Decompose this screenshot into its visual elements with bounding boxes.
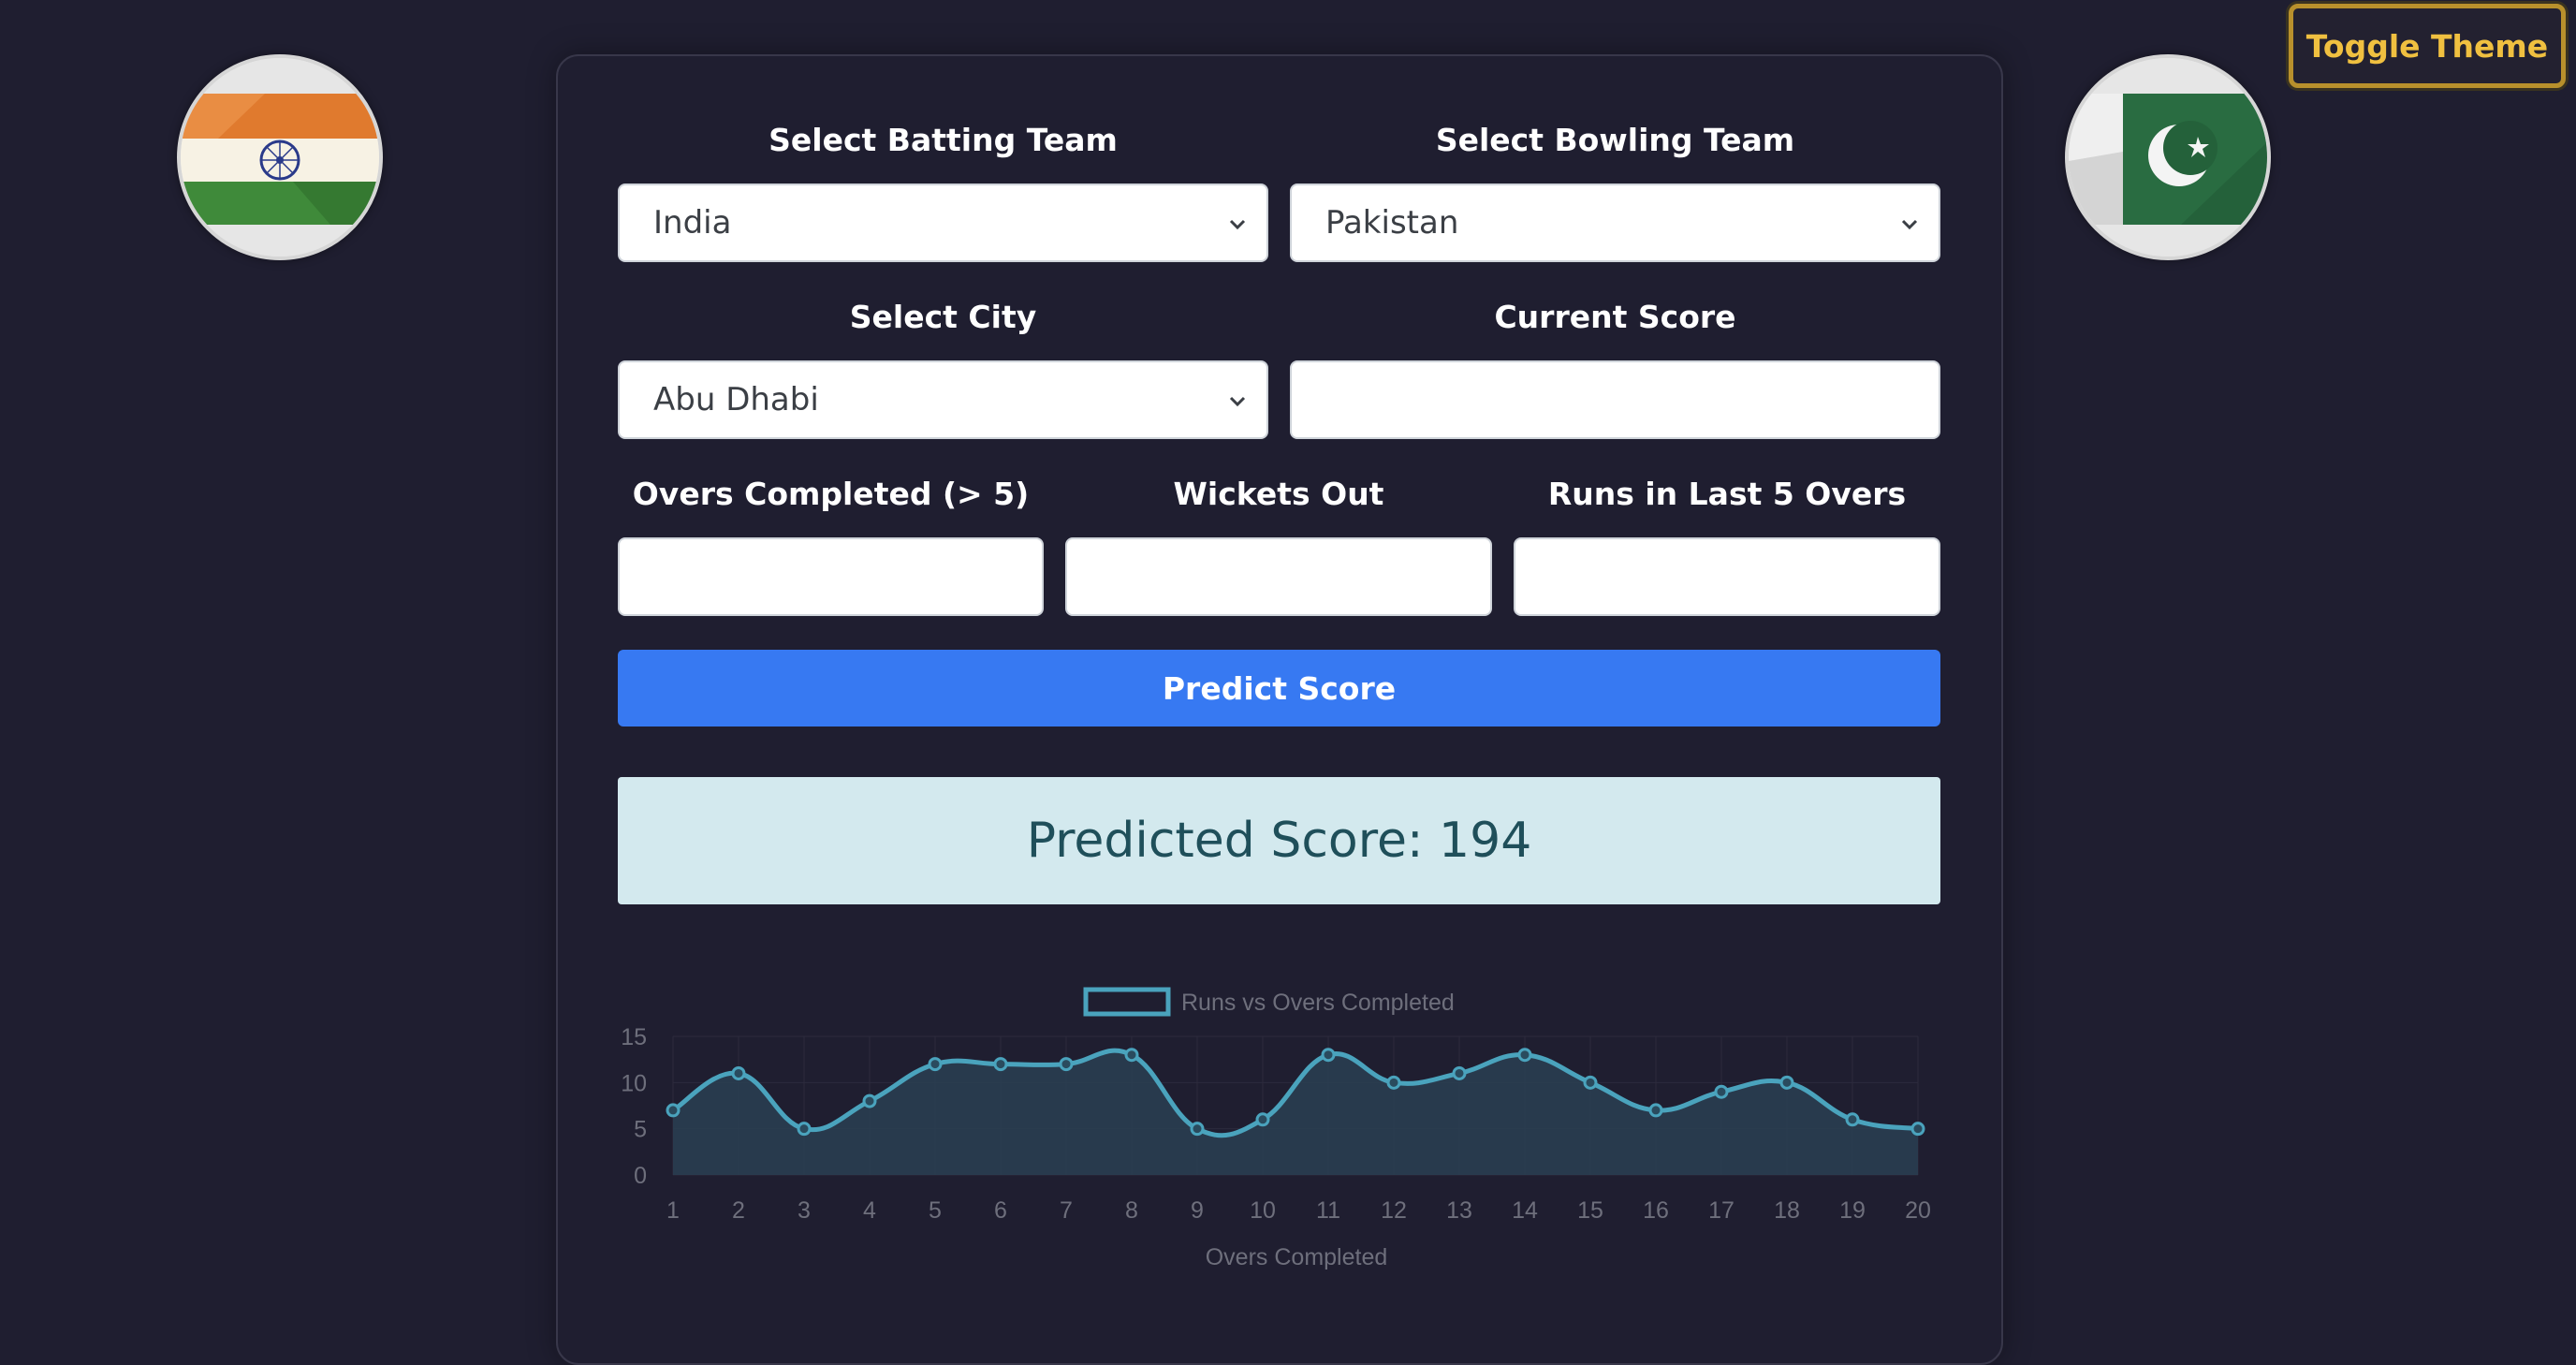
x-tick-label: 14 <box>1512 1197 1538 1224</box>
data-point[interactable] <box>1321 1048 1336 1063</box>
y-tick-label: 10 <box>621 1070 647 1096</box>
data-point[interactable] <box>1910 1122 1925 1137</box>
x-tick-label: 16 <box>1643 1197 1669 1224</box>
predict-score-button[interactable]: Predict Score <box>618 650 1940 727</box>
overs-completed-input[interactable] <box>618 537 1044 616</box>
y-tick-label: 5 <box>634 1117 647 1143</box>
india-flag-icon <box>177 54 383 260</box>
data-point[interactable] <box>1583 1075 1598 1090</box>
data-point[interactable] <box>1059 1057 1074 1072</box>
data-point[interactable] <box>1452 1065 1467 1080</box>
x-axis-title: Overs Completed <box>1206 1244 1388 1270</box>
chevron-down-icon <box>1229 219 1246 230</box>
data-point[interactable] <box>1517 1048 1532 1063</box>
chevron-down-icon <box>1229 396 1246 407</box>
data-point[interactable] <box>1779 1075 1794 1090</box>
y-tick-label: 15 <box>621 1024 647 1050</box>
data-point[interactable] <box>928 1057 943 1072</box>
runs-vs-overs-chart: Runs vs Overs Completed 051015 123456789… <box>621 987 1931 1270</box>
x-tick-label: 10 <box>1250 1197 1276 1224</box>
x-tick-label: 18 <box>1774 1197 1800 1224</box>
x-tick-label: 17 <box>1708 1197 1734 1224</box>
x-tick-label: 19 <box>1839 1197 1866 1224</box>
runs-last-5-input[interactable] <box>1514 537 1940 616</box>
data-point[interactable] <box>862 1093 877 1108</box>
data-point[interactable] <box>731 1065 746 1080</box>
wickets-out-label: Wickets Out <box>1173 476 1384 512</box>
x-tick-label: 11 <box>1316 1197 1340 1224</box>
x-tick-label: 20 <box>1905 1197 1931 1224</box>
data-point[interactable] <box>1386 1075 1401 1090</box>
data-point[interactable] <box>1124 1048 1139 1063</box>
data-point[interactable] <box>993 1057 1008 1072</box>
data-point[interactable] <box>1845 1112 1860 1127</box>
predicted-score-result: Predicted Score: 194 <box>618 777 1940 904</box>
batting-team-label: Select Batting Team <box>768 122 1118 158</box>
series-area <box>673 1050 1918 1175</box>
x-tick-label: 5 <box>929 1197 942 1224</box>
x-tick-label: 3 <box>798 1197 811 1224</box>
data-point[interactable] <box>797 1122 812 1137</box>
x-tick-label: 6 <box>994 1197 1007 1224</box>
bowling-team-label: Select Bowling Team <box>1435 122 1795 158</box>
data-point[interactable] <box>1648 1103 1663 1118</box>
current-score-label: Current Score <box>1494 299 1736 335</box>
bowling-team-select[interactable]: Pakistan <box>1290 183 1940 262</box>
bowling-team-value: Pakistan <box>1325 204 1459 242</box>
data-point[interactable] <box>666 1103 681 1118</box>
batting-team-value: India <box>653 204 732 242</box>
x-tick-label: 1 <box>666 1197 680 1224</box>
x-tick-label: 9 <box>1191 1197 1204 1224</box>
x-tick-label: 2 <box>732 1197 745 1224</box>
runs-last-5-label: Runs in Last 5 Overs <box>1547 476 1907 512</box>
overs-completed-label: Overs Completed (> 5) <box>632 476 1030 512</box>
wickets-out-input[interactable] <box>1065 537 1492 616</box>
batting-team-select[interactable]: India <box>618 183 1268 262</box>
city-value: Abu Dhabi <box>653 381 819 418</box>
legend-swatch[interactable] <box>1083 987 1171 1017</box>
data-point[interactable] <box>1190 1122 1205 1137</box>
x-tick-label: 15 <box>1577 1197 1603 1224</box>
data-point[interactable] <box>1255 1112 1270 1127</box>
current-score-input[interactable] <box>1290 360 1940 439</box>
x-tick-label: 7 <box>1060 1197 1073 1224</box>
data-point[interactable] <box>1714 1084 1729 1099</box>
city-select[interactable]: Abu Dhabi <box>618 360 1268 439</box>
x-tick-label: 12 <box>1381 1197 1407 1224</box>
toggle-theme-button[interactable]: Toggle Theme <box>2289 4 2566 88</box>
pakistan-flag-icon <box>2065 54 2271 260</box>
city-label: Select City <box>849 299 1037 335</box>
x-tick-label: 4 <box>863 1197 876 1224</box>
x-tick-label: 13 <box>1446 1197 1472 1224</box>
x-tick-label: 8 <box>1125 1197 1138 1224</box>
legend-label: Runs vs Overs Completed <box>1181 990 1455 1016</box>
y-tick-label: 0 <box>634 1163 647 1189</box>
chevron-down-icon <box>1901 219 1918 230</box>
